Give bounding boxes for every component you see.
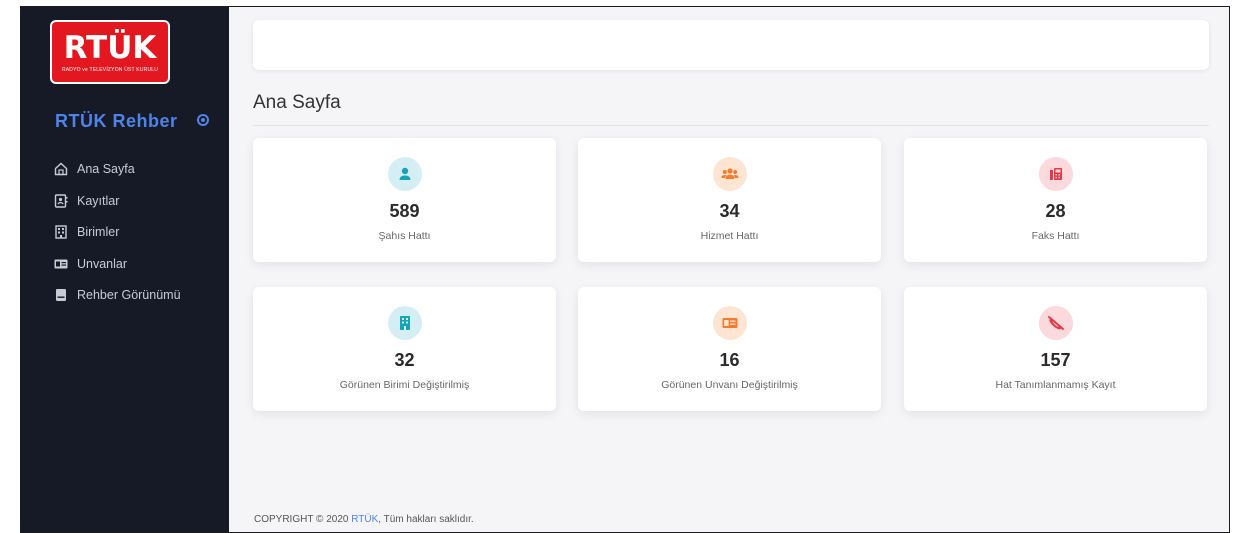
- building-icon: [387, 306, 422, 340]
- stat-label: Şahıs Hattı: [378, 230, 431, 242]
- sidebar-item-label: Kayıtlar: [77, 193, 120, 208]
- sidebar-nav: Ana Sayfa Kayıtlar Birimler Unvanlar Reh…: [54, 160, 181, 318]
- stat-value: 589: [389, 201, 420, 221]
- fax-icon: [1038, 157, 1073, 191]
- logo-text: RTÜK: [63, 30, 157, 66]
- stat-value: 28: [1045, 201, 1066, 221]
- stat-value: 34: [719, 201, 740, 221]
- sidebar-item-rehber-gorunumu[interactable]: Rehber Görünümü: [54, 286, 181, 304]
- sidebar-toggle-icon[interactable]: [197, 114, 209, 126]
- person-icon: [387, 157, 422, 191]
- sidebar-item-birimler[interactable]: Birimler: [54, 223, 181, 241]
- footer-copyright: COPYRIGHT © 2020: [254, 514, 352, 525]
- building-icon: [54, 225, 68, 239]
- sidebar-item-label: Ana Sayfa: [77, 162, 135, 176]
- contact-book-icon: [54, 193, 68, 208]
- stat-label: Hat Tanımlanmamış Kayıt: [995, 379, 1116, 391]
- page-title: Ana Sayfa: [253, 92, 341, 113]
- logo-subtext: RADYO ve TELEVİZYON ÜST KURULU: [61, 67, 159, 73]
- stat-label: Görünen Unvanı Değiştirilmiş: [661, 379, 798, 391]
- sidebar-item-unvanlar[interactable]: Unvanlar: [54, 255, 181, 273]
- sidebar-item-ana-sayfa[interactable]: Ana Sayfa: [54, 160, 181, 178]
- sidebar-item-label: Birimler: [77, 225, 120, 239]
- stat-card-hat-tanimlanmamis[interactable]: 157 Hat Tanımlanmamış Kayıt: [904, 287, 1207, 411]
- sidebar: RTÜK RADYO ve TELEVİZYON ÜST KURULU RTÜK…: [21, 7, 229, 532]
- id-card-icon: [54, 257, 68, 271]
- stat-label: Görünen Birimi Değiştirilmiş: [339, 379, 470, 391]
- main-content: Ana Sayfa 589 Şahıs Hattı 34 Hizmet Hatt…: [229, 7, 1229, 532]
- sidebar-item-label: Rehber Görünümü: [77, 288, 181, 302]
- stat-card-faks-hatti[interactable]: 28 Faks Hattı: [904, 138, 1207, 262]
- stat-label: Faks Hattı: [1031, 230, 1080, 242]
- stat-value: 32: [394, 350, 415, 370]
- book-icon: [54, 288, 68, 302]
- stat-label: Hizmet Hattı: [700, 230, 759, 242]
- stat-card-hizmet-hatti[interactable]: 34 Hizmet Hattı: [578, 138, 881, 262]
- top-navbar: [253, 20, 1209, 70]
- stat-card-sahis-hatti[interactable]: 589 Şahıs Hattı: [253, 138, 556, 262]
- brand-title[interactable]: RTÜK Rehber: [55, 111, 215, 132]
- title-divider: [253, 125, 1209, 126]
- stat-card-gorunen-birimi[interactable]: 32 Görünen Birimi Değiştirilmiş: [253, 287, 556, 411]
- home-icon: [54, 162, 68, 176]
- stat-value: 157: [1040, 350, 1071, 370]
- rtuk-logo[interactable]: RTÜK RADYO ve TELEVİZYON ÜST KURULU: [50, 20, 170, 84]
- phone-slash-icon: [1038, 306, 1073, 340]
- id-card-icon: [712, 306, 747, 340]
- sidebar-item-kayitlar[interactable]: Kayıtlar: [54, 192, 181, 210]
- app-window: RTÜK RADYO ve TELEVİZYON ÜST KURULU RTÜK…: [20, 6, 1230, 533]
- stat-card-gorunen-unvani[interactable]: 16 Görünen Unvanı Değiştirilmiş: [578, 287, 881, 411]
- sidebar-item-label: Unvanlar: [77, 256, 128, 271]
- users-icon: [712, 157, 747, 191]
- footer-rtuk-link[interactable]: RTÜK: [351, 514, 378, 525]
- footer-rights: , Tüm hakları saklıdır.: [378, 514, 474, 525]
- footer: COPYRIGHT © 2020 RTÜK, Tüm hakları saklı…: [254, 514, 474, 525]
- stat-value: 16: [719, 350, 740, 370]
